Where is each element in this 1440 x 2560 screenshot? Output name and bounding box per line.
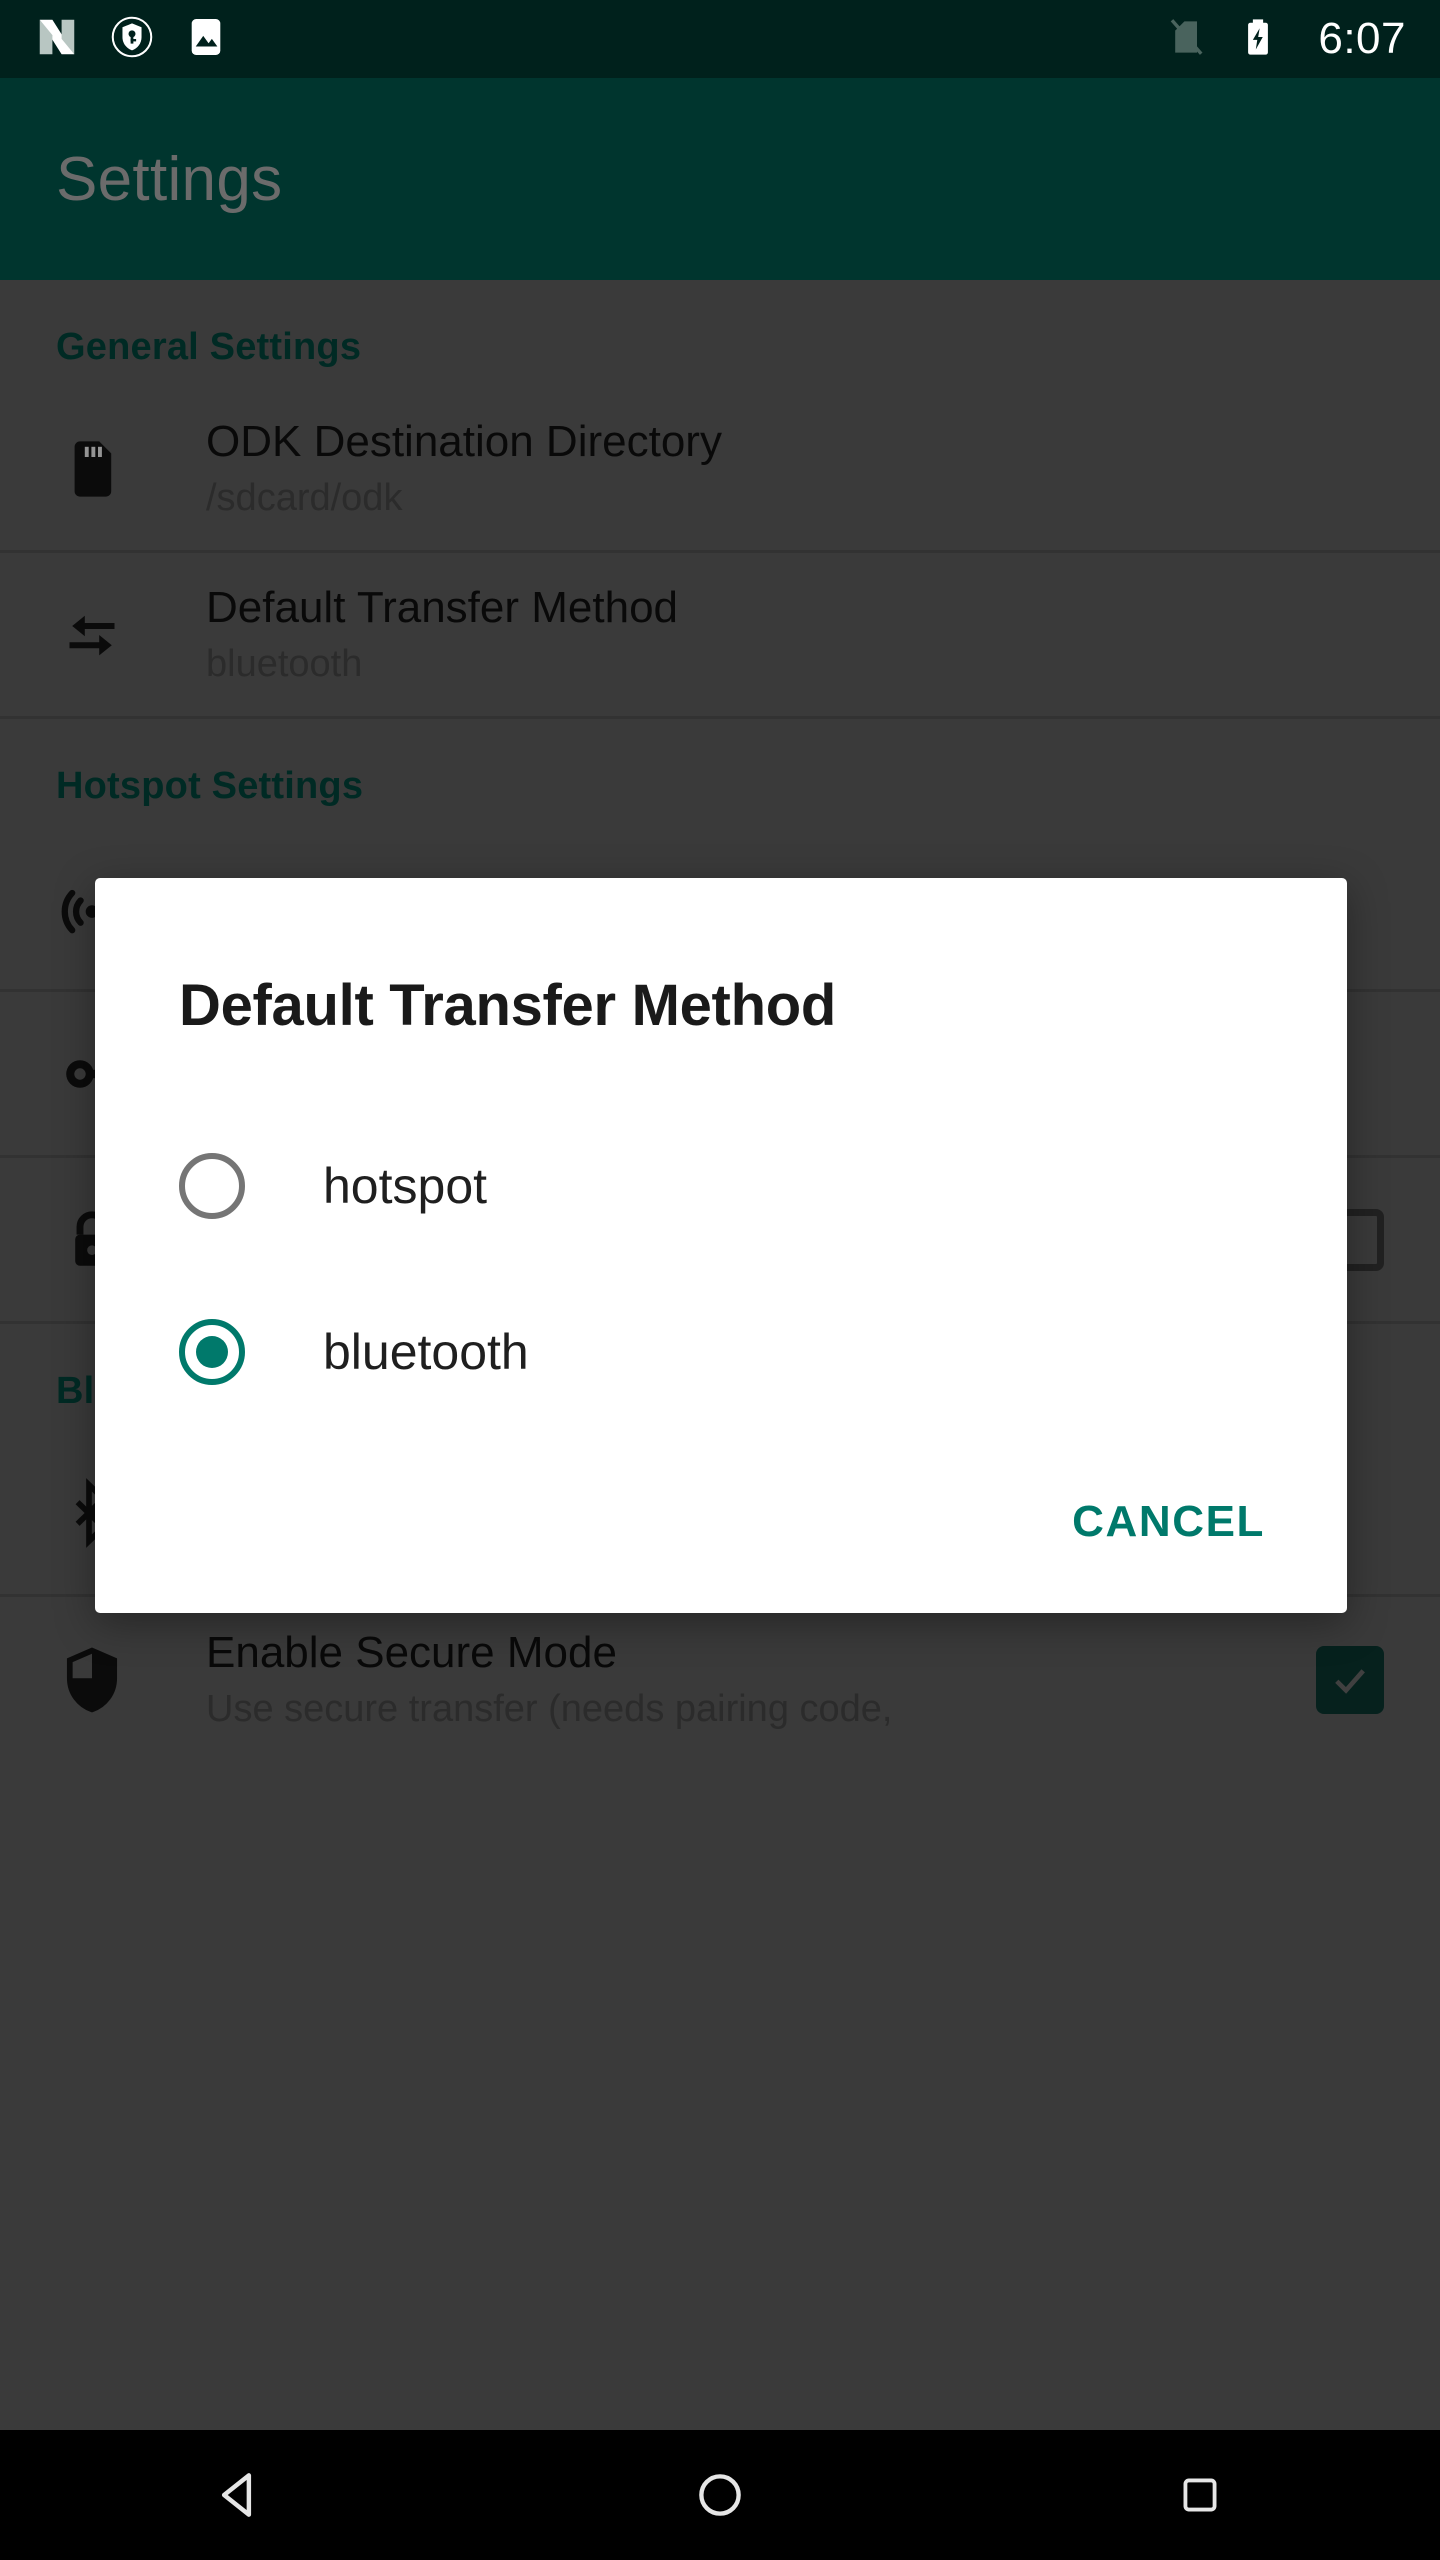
home-circle-icon [699,2474,741,2516]
home-button[interactable] [630,2430,810,2560]
back-triangle-icon [221,2473,252,2517]
battery-charging-icon [1236,15,1280,64]
radio-button-unselected-icon[interactable] [179,1153,245,1219]
app-toolbar: Settings [0,78,1440,280]
transfer-method-radio-group[interactable]: hotspot bluetooth [95,1039,1347,1435]
recents-button[interactable] [1110,2430,1290,2560]
page-title: Settings [56,144,283,214]
status-bar: 6:07 [0,0,1440,78]
radio-button-selected-icon[interactable] [179,1319,245,1385]
default-transfer-method-dialog: Default Transfer Method hotspot bluetoot… [95,878,1347,1613]
back-button[interactable] [150,2430,330,2560]
no-sim-card-icon [1162,13,1210,66]
vpn-key-shield-icon [110,15,154,64]
dialog-title: Default Transfer Method [179,973,836,1038]
cancel-button[interactable]: CANCEL [1050,1483,1287,1561]
radio-dot [196,1336,228,1368]
android-n-logo-icon [34,14,80,65]
status-notification-icons [34,14,1162,65]
radio-option-hotspot[interactable]: hotspot [95,1103,1347,1269]
radio-label-hotspot: hotspot [323,1158,488,1214]
radio-label-bluetooth: bluetooth [323,1324,529,1380]
recents-square-icon [1183,2478,1217,2512]
radio-option-bluetooth[interactable]: bluetooth [95,1269,1347,1435]
status-system-icons: 6:07 [1162,13,1406,66]
dialog-actions: CANCEL [95,1435,1347,1605]
android-navigation-bar [0,2430,1440,2560]
android-screen: 6:07 Settings General Settings ODK Desti… [0,0,1440,2560]
status-bar-clock: 6:07 [1318,14,1406,63]
image-photo-icon [184,15,228,64]
